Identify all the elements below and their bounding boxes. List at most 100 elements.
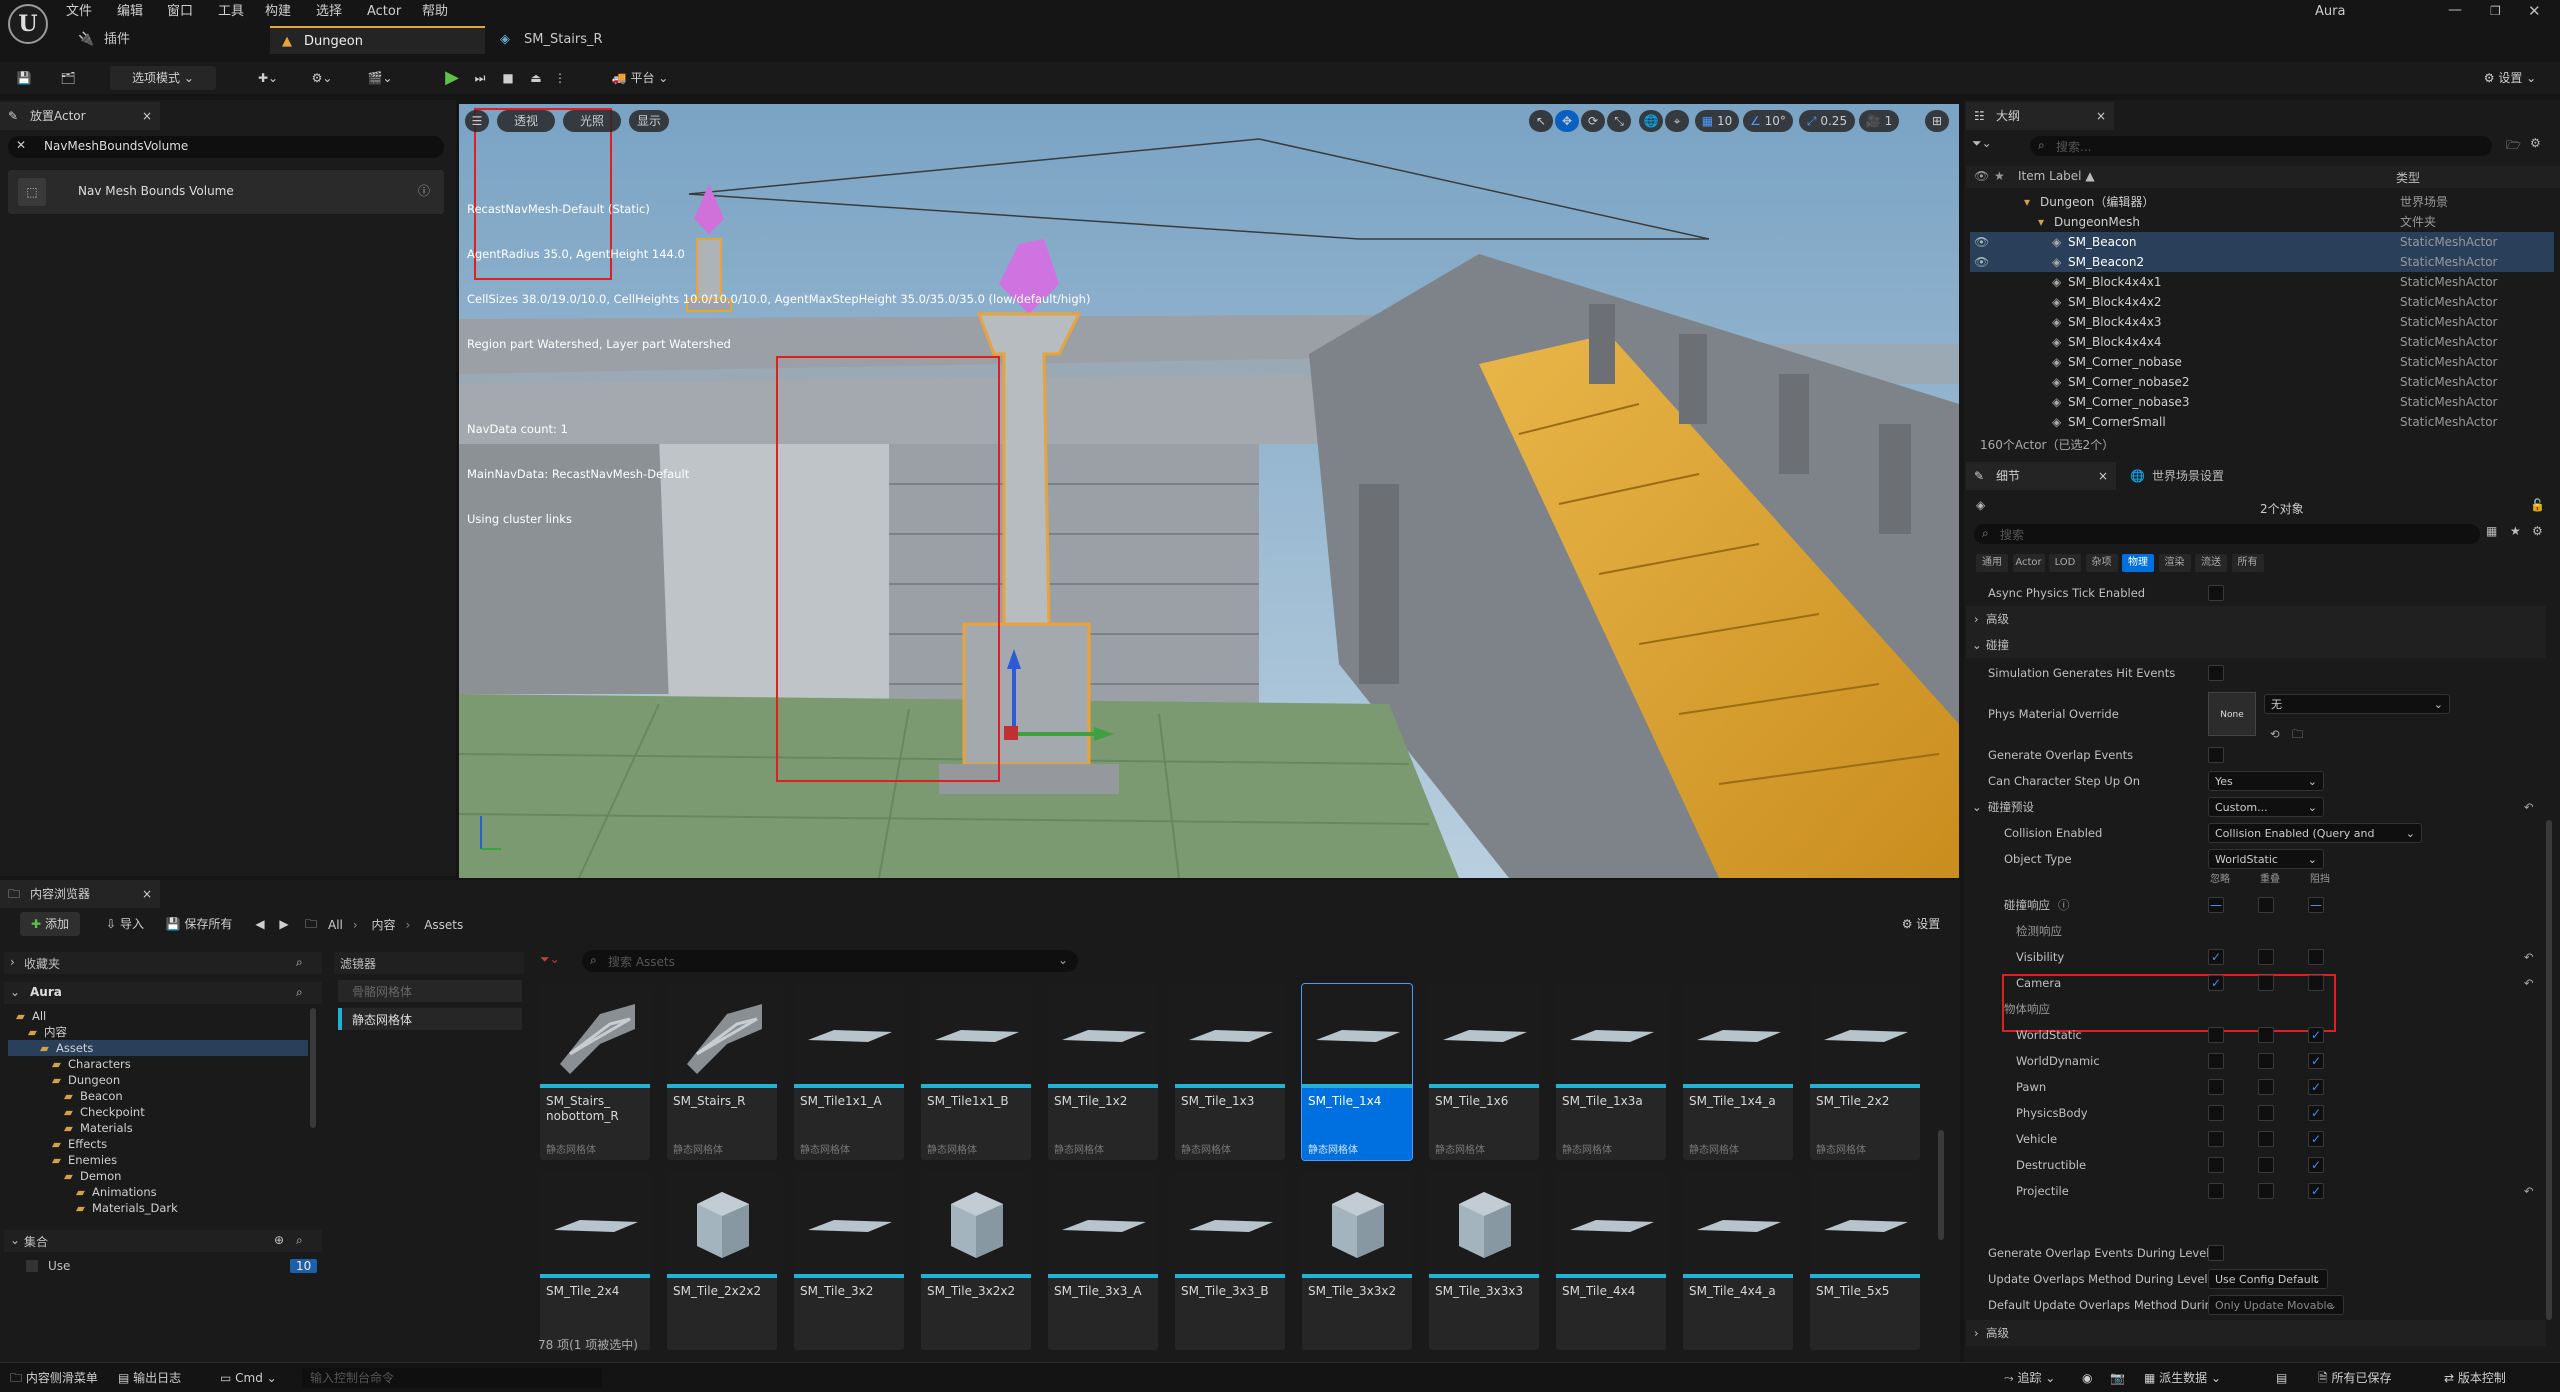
minimize-icon[interactable]: —	[2448, 2, 2462, 18]
section-collision[interactable]: ⌄ 碰撞	[1966, 632, 2546, 658]
import-button[interactable]: ⇩ 导入	[100, 912, 150, 936]
select-mode-icon[interactable]: ↖	[1529, 110, 1553, 132]
asset-tile[interactable]: SM_Tile_3x2	[794, 1174, 904, 1350]
crumb-content[interactable]: 内容	[372, 918, 396, 932]
menu-build[interactable]: 构建	[265, 2, 291, 22]
outliner-row[interactable]: 👁 ◈ SM_Beacon2 StaticMeshActor	[1970, 252, 2554, 272]
menu-tools[interactable]: 工具	[218, 2, 244, 22]
camera-speed-button[interactable]: 🎥 1	[1859, 110, 1899, 132]
tab-world-settings[interactable]: 🌐 世界场景设置	[2124, 462, 2224, 490]
block-checkbox[interactable]: ✓	[2308, 1131, 2324, 1147]
unreal-logo-icon[interactable]: U	[8, 4, 48, 44]
blueprint-icon[interactable]: ⚙⌄	[304, 66, 340, 90]
lit-button[interactable]: 光照	[563, 110, 621, 132]
favorite-icon[interactable]: ★	[2510, 524, 2521, 538]
step-icon[interactable]: ⏭	[468, 66, 492, 90]
details-filter-chip[interactable]: 渲染	[2158, 554, 2191, 572]
tree-folder[interactable]: ▰ Checkpoint	[8, 1104, 308, 1120]
outliner-row[interactable]: ◈ SM_Block4x4x3 StaticMeshActor	[1970, 312, 2554, 332]
tree-folder[interactable]: ▰ All	[8, 1008, 308, 1024]
tree-folder[interactable]: ▰ Animations	[8, 1184, 308, 1200]
restore-icon[interactable]: ❐	[2490, 4, 2501, 18]
search-icon[interactable]: ⌕	[296, 985, 303, 1000]
tree-folder[interactable]: ▰ Demon	[8, 1168, 308, 1184]
collections-section[interactable]: ⌄ 集合 ⊕ ⌕	[4, 1230, 322, 1252]
tab-content-browser[interactable]: 🗀 内容浏览器 ×	[0, 880, 160, 908]
save-all-button[interactable]: 💾 保存所有	[160, 912, 238, 936]
outliner-row[interactable]: ◈ SM_Block4x4x2 StaticMeshActor	[1970, 292, 2554, 312]
reset-arrow-icon[interactable]: ↶	[2524, 970, 2534, 996]
tree-folder[interactable]: ▰ Assets	[8, 1040, 308, 1056]
details-filter-chip[interactable]: 流送	[2195, 554, 2227, 572]
source-control-button[interactable]: ⇄ 版本控制	[2444, 1368, 2506, 1388]
overlap-checkbox[interactable]	[2258, 975, 2274, 991]
tree-folder[interactable]: ▰ Materials_Dark	[8, 1200, 308, 1216]
menu-file[interactable]: 文件	[66, 2, 92, 22]
ignore-checkbox[interactable]	[2208, 1079, 2224, 1095]
details-filter-chip[interactable]: Actor	[2012, 554, 2045, 572]
clear-search-icon[interactable]: ✕	[16, 138, 26, 152]
outliner-row[interactable]: 👁 ◈ SM_Beacon StaticMeshActor	[1970, 232, 2554, 252]
ignore-checkbox[interactable]: ✓	[2208, 975, 2224, 991]
tree-folder[interactable]: ▰ Effects	[8, 1136, 308, 1152]
tree-scrollbar[interactable]	[310, 1008, 316, 1128]
asset-tile[interactable]: SM_Tile_1x3 静态网格体	[1175, 984, 1285, 1160]
ignore-checkbox[interactable]	[2208, 1027, 2224, 1043]
notifications-icon[interactable]: ▤	[2276, 1368, 2287, 1388]
derived-data-button[interactable]: ▦ 派生数据 ⌄	[2144, 1368, 2221, 1388]
block-checkbox[interactable]: ✓	[2308, 1079, 2324, 1095]
cinematics-icon[interactable]: 🎬⌄	[360, 66, 400, 90]
object-type-dropdown[interactable]: WorldStatic ⌄	[2208, 849, 2324, 869]
grid-snap-button[interactable]: ▦ 10	[1695, 110, 1739, 132]
outliner-settings-icon[interactable]: ⚙	[2530, 136, 2541, 150]
asset-tile[interactable]: SM_Stairs_ nobottom_R 静态网格体	[540, 984, 650, 1160]
reset-arrow-icon[interactable]: ↶	[2524, 1178, 2534, 1204]
gen-overlap-level-checkbox[interactable]	[2208, 1245, 2224, 1261]
close-icon[interactable]: ✕	[2528, 2, 2541, 20]
async-checkbox[interactable]	[2208, 585, 2224, 601]
asset-tile[interactable]: SM_Tile_3x3_B	[1175, 1174, 1285, 1350]
asset-tile[interactable]: SM_Stairs_R 静态网格体	[667, 984, 777, 1160]
material-thumbnail[interactable]: None	[2208, 692, 2256, 736]
details-settings-icon[interactable]: ⚙	[2532, 524, 2543, 538]
rotate-icon[interactable]: ⟳	[1581, 110, 1605, 132]
outliner-row[interactable]: ◈ SM_Block4x4x4 StaticMeshActor	[1970, 332, 2554, 352]
close-tab-icon[interactable]: ×	[142, 880, 152, 908]
details-scrollbar[interactable]	[2546, 820, 2552, 1320]
ignore-checkbox[interactable]	[2208, 1053, 2224, 1069]
filter-icon[interactable]: ⏷⌄	[1972, 136, 1992, 151]
add-button[interactable]: ✚ 添加	[20, 912, 80, 936]
outliner-row[interactable]: ◈ SM_Corner_nobase3 StaticMeshActor	[1970, 392, 2554, 412]
add-folder-icon[interactable]: 🗁	[2506, 136, 2521, 157]
visibility-icon[interactable]: 👁	[1974, 232, 1989, 252]
perspective-button[interactable]: 透视	[497, 110, 555, 132]
asset-tile[interactable]: SM_Tile_1x4_a 静态网格体	[1683, 984, 1793, 1160]
outliner-row[interactable]: ◈ SM_Corner_nobase2 StaticMeshActor	[1970, 372, 2554, 392]
asset-scrollbar[interactable]	[1938, 1130, 1944, 1240]
outliner-row[interactable]: ◈ SM_Corner_nobase StaticMeshActor	[1970, 352, 2554, 372]
step-up-dropdown[interactable]: Yes ⌄	[2208, 771, 2324, 791]
asset-tile[interactable]: SM_Tile_3x3x3	[1429, 1174, 1539, 1350]
tab-dungeon[interactable]: ▲ Dungeon	[270, 26, 485, 54]
gen-overlap-checkbox[interactable]	[2208, 747, 2224, 763]
lock-icon[interactable]: 🔓	[2530, 498, 2545, 512]
surface-snap-icon[interactable]: ⌖	[1665, 110, 1689, 132]
asset-tile[interactable]: SM_Tile_3x3_A	[1048, 1174, 1158, 1350]
details-search-field[interactable]: ⌕ 搜索	[1974, 524, 2480, 544]
asset-tile[interactable]: SM_Tile_4x4_a	[1683, 1174, 1793, 1350]
filter-toggle-icon[interactable]: ⏷⌄	[540, 952, 560, 967]
details-filter-chip[interactable]: 杂项	[2085, 554, 2118, 572]
default-update-dropdown[interactable]: Only Update Movable ⌄	[2208, 1295, 2344, 1315]
asset-tile[interactable]: SM_Tile_1x3a 静态网格体	[1556, 984, 1666, 1160]
tree-folder[interactable]: ▰ Characters	[8, 1056, 308, 1072]
crumb-all[interactable]: All	[328, 918, 343, 932]
filter-static-mesh[interactable]: 静态网格体	[338, 1008, 522, 1030]
collection-item[interactable]: Use 10	[20, 1258, 320, 1278]
outliner-search-field[interactable]: ⌕ 搜索...	[2030, 136, 2492, 156]
tree-folder[interactable]: ▰ 内容	[8, 1024, 308, 1040]
grid-view-icon[interactable]: ▦	[2486, 524, 2497, 538]
stop-icon[interactable]: ■	[496, 66, 520, 90]
cmd-button[interactable]: ▭ Cmd ⌄	[220, 1368, 277, 1388]
visibility-icon[interactable]: 👁	[1974, 252, 1989, 272]
asset-tile[interactable]: SM_Tile_1x4 静态网格体	[1301, 983, 1413, 1161]
